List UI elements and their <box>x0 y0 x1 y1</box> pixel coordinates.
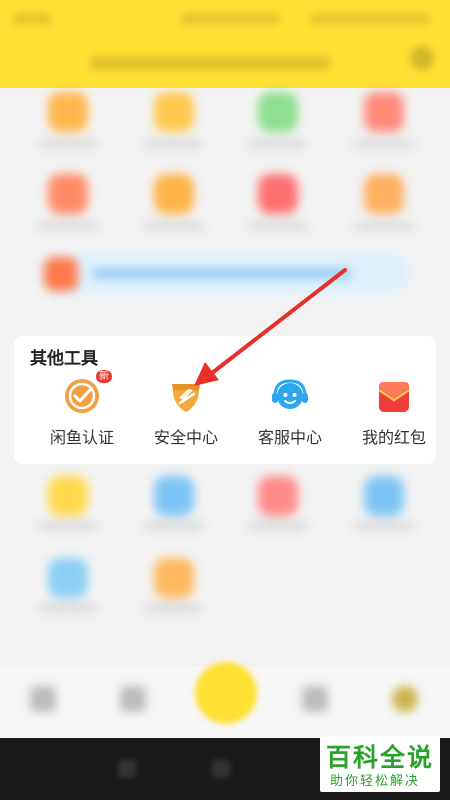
system-home-icon[interactable] <box>212 760 230 778</box>
watermark-main: 百科全说 <box>326 743 435 772</box>
section-title: 其他工具 <box>30 349 98 369</box>
bottom-nav <box>0 662 450 738</box>
tool-security-center[interactable]: 安全中心 <box>134 376 238 456</box>
watermark-logo: 百科全说 助你轻松解决 <box>320 736 440 792</box>
status-blur-right <box>310 14 430 24</box>
system-back-icon[interactable] <box>118 760 136 778</box>
new-badge: 新 <box>96 370 112 383</box>
tool-xianyu-verification[interactable]: 新 闲鱼认证 <box>30 370 134 456</box>
nav-item-blur <box>302 686 328 712</box>
tool-customer-service[interactable]: 客服中心 <box>238 376 342 456</box>
header-icon-blur <box>410 46 434 70</box>
watermark-sub: 助你轻松解决 <box>330 774 421 789</box>
tool-my-red-envelope[interactable]: 我的红包 <box>342 376 446 456</box>
shield-icon <box>166 376 206 416</box>
red-envelope-icon <box>374 376 414 416</box>
nav-item-blur <box>392 686 418 712</box>
tool-label: 客服中心 <box>257 428 322 447</box>
nav-item-blur <box>30 686 56 712</box>
status-blur-center <box>180 14 280 24</box>
header-title-blur <box>90 56 330 70</box>
verification-icon: 新 <box>62 370 112 416</box>
customer-service-icon <box>270 376 310 416</box>
tool-label: 安全中心 <box>153 428 218 447</box>
status-blur-left <box>12 14 52 24</box>
nav-item-blur <box>120 686 146 712</box>
header-bar <box>0 0 450 88</box>
tool-label: 闲鱼认证 <box>49 428 114 447</box>
publish-button[interactable] <box>195 662 257 724</box>
tool-label: 我的红包 <box>361 428 426 447</box>
other-tools-card: 其他工具 新 闲鱼认证 安全中心 客服中心 我的红包 <box>14 336 436 464</box>
